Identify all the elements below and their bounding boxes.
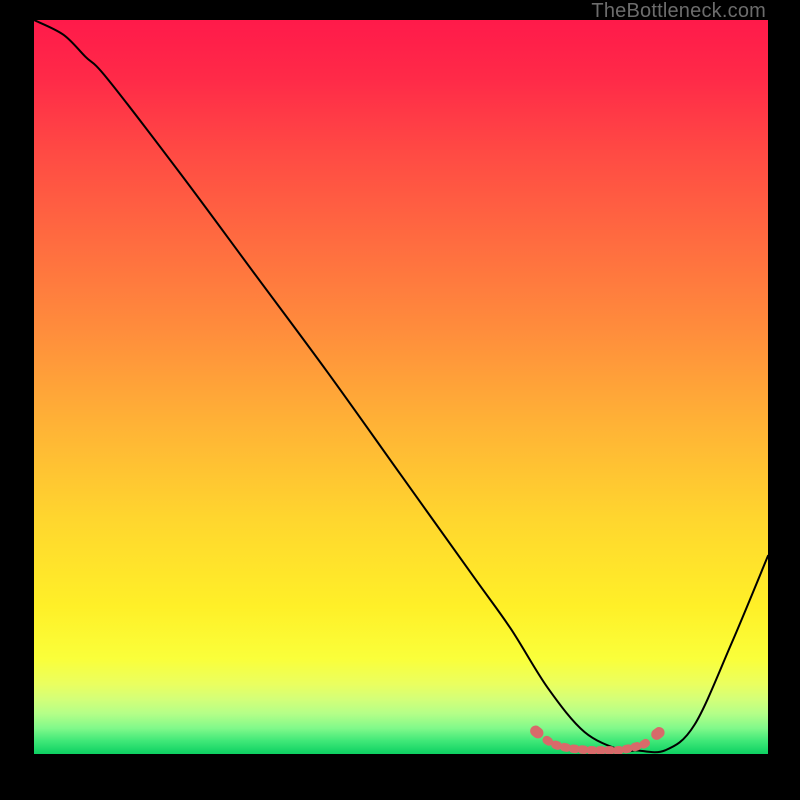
chart-container <box>34 20 768 754</box>
optimal-region-markers <box>528 723 667 754</box>
optimal-marker <box>528 723 546 740</box>
chart-plot <box>34 20 768 754</box>
optimal-marker <box>649 725 667 742</box>
bottleneck-curve-line <box>34 20 768 752</box>
